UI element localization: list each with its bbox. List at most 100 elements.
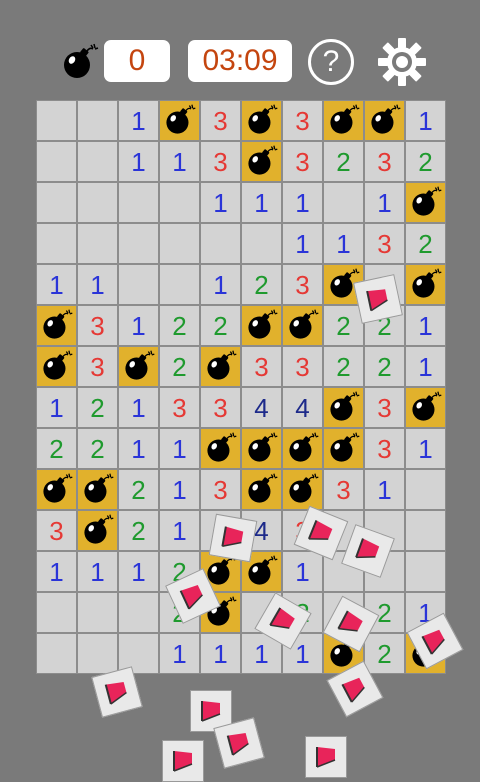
number-cell[interactable]: 1 [160, 511, 199, 550]
number-cell[interactable]: 2 [160, 347, 199, 386]
number-cell[interactable]: 2 [119, 511, 158, 550]
mine-cell[interactable] [242, 306, 281, 345]
number-cell[interactable]: 3 [201, 388, 240, 427]
empty-cell[interactable] [119, 183, 158, 222]
number-cell[interactable]: 1 [201, 634, 240, 673]
empty-cell[interactable] [37, 183, 76, 222]
number-cell[interactable]: 2 [365, 347, 404, 386]
mine-cell[interactable] [406, 388, 445, 427]
number-cell[interactable]: 2 [201, 306, 240, 345]
number-cell[interactable]: 1 [406, 429, 445, 468]
number-cell[interactable]: 1 [37, 265, 76, 304]
number-cell[interactable]: 3 [283, 347, 322, 386]
number-cell[interactable]: 1 [78, 265, 117, 304]
empty-cell[interactable] [324, 183, 363, 222]
mine-cell[interactable] [324, 429, 363, 468]
number-cell[interactable]: 2 [365, 634, 404, 673]
help-button[interactable]: ? [308, 39, 354, 85]
number-cell[interactable]: 2 [242, 265, 281, 304]
number-cell[interactable]: 3 [201, 101, 240, 140]
number-cell[interactable]: 1 [242, 183, 281, 222]
mine-cell[interactable] [119, 347, 158, 386]
number-cell[interactable]: 1 [406, 306, 445, 345]
empty-cell[interactable] [37, 101, 76, 140]
mine-cell[interactable] [37, 470, 76, 509]
number-cell[interactable]: 1 [160, 634, 199, 673]
empty-cell[interactable] [406, 470, 445, 509]
number-cell[interactable]: 3 [365, 224, 404, 263]
number-cell[interactable]: 1 [283, 224, 322, 263]
empty-cell[interactable] [119, 593, 158, 632]
empty-cell[interactable] [37, 593, 76, 632]
empty-cell[interactable] [78, 224, 117, 263]
number-cell[interactable]: 1 [119, 101, 158, 140]
number-cell[interactable]: 1 [406, 101, 445, 140]
number-cell[interactable]: 3 [365, 388, 404, 427]
number-cell[interactable]: 3 [37, 511, 76, 550]
number-cell[interactable]: 1 [78, 552, 117, 591]
number-cell[interactable]: 1 [119, 552, 158, 591]
mine-cell[interactable] [78, 470, 117, 509]
number-cell[interactable]: 1 [160, 142, 199, 181]
number-cell[interactable]: 4 [283, 388, 322, 427]
mine-cell[interactable] [242, 142, 281, 181]
empty-cell[interactable] [78, 183, 117, 222]
empty-cell[interactable] [406, 511, 445, 550]
empty-cell[interactable] [78, 593, 117, 632]
number-cell[interactable]: 3 [283, 101, 322, 140]
number-cell[interactable]: 2 [324, 306, 363, 345]
number-cell[interactable]: 3 [324, 470, 363, 509]
number-cell[interactable]: 3 [201, 470, 240, 509]
mine-cell[interactable] [365, 101, 404, 140]
number-cell[interactable]: 3 [78, 347, 117, 386]
empty-cell[interactable] [160, 224, 199, 263]
number-cell[interactable]: 3 [78, 306, 117, 345]
number-cell[interactable]: 1 [365, 183, 404, 222]
mine-cell[interactable] [283, 429, 322, 468]
empty-cell[interactable] [78, 634, 117, 673]
number-cell[interactable]: 2 [406, 142, 445, 181]
number-cell[interactable]: 1 [160, 470, 199, 509]
mine-cell[interactable] [78, 511, 117, 550]
number-cell[interactable]: 2 [324, 347, 363, 386]
number-cell[interactable]: 1 [119, 429, 158, 468]
number-cell[interactable]: 1 [406, 347, 445, 386]
empty-cell[interactable] [37, 142, 76, 181]
mine-cell[interactable] [242, 470, 281, 509]
gear-icon[interactable] [376, 36, 428, 88]
number-cell[interactable]: 3 [365, 429, 404, 468]
mine-cell[interactable] [201, 347, 240, 386]
number-cell[interactable]: 2 [37, 429, 76, 468]
number-cell[interactable]: 4 [242, 388, 281, 427]
mine-cell[interactable] [242, 101, 281, 140]
number-cell[interactable]: 1 [201, 183, 240, 222]
number-cell[interactable]: 3 [201, 142, 240, 181]
number-cell[interactable]: 3 [365, 142, 404, 181]
number-cell[interactable]: 3 [283, 265, 322, 304]
number-cell[interactable]: 2 [406, 224, 445, 263]
mine-cell[interactable] [324, 388, 363, 427]
number-cell[interactable]: 2 [324, 142, 363, 181]
number-cell[interactable]: 1 [201, 265, 240, 304]
empty-cell[interactable] [201, 224, 240, 263]
empty-cell[interactable] [37, 634, 76, 673]
mine-cell[interactable] [283, 306, 322, 345]
mine-cell[interactable] [37, 306, 76, 345]
mine-cell[interactable] [160, 101, 199, 140]
empty-cell[interactable] [119, 224, 158, 263]
number-cell[interactable]: 2 [78, 388, 117, 427]
mine-cell[interactable] [283, 470, 322, 509]
empty-cell[interactable] [37, 224, 76, 263]
number-cell[interactable]: 1 [283, 183, 322, 222]
mine-cell[interactable] [406, 183, 445, 222]
number-cell[interactable]: 2 [78, 429, 117, 468]
mine-cell[interactable] [242, 429, 281, 468]
empty-cell[interactable] [119, 265, 158, 304]
number-cell[interactable]: 1 [365, 470, 404, 509]
number-cell[interactable]: 1 [119, 388, 158, 427]
number-cell[interactable]: 1 [160, 429, 199, 468]
number-cell[interactable]: 1 [37, 388, 76, 427]
mine-cell[interactable] [201, 429, 240, 468]
mine-cell[interactable] [37, 347, 76, 386]
number-cell[interactable]: 1 [37, 552, 76, 591]
